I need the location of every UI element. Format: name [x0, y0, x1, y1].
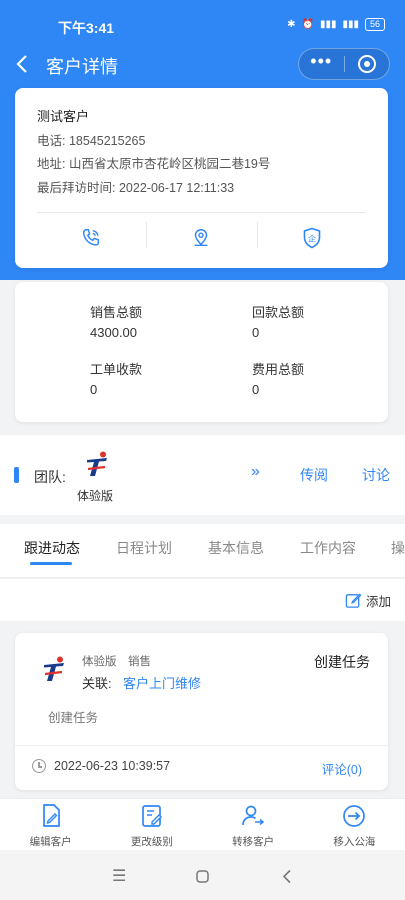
refund-total-value: 0: [252, 325, 260, 340]
add-label: 添加: [365, 595, 391, 609]
active-tab-indicator: [30, 562, 72, 565]
enterprise-shield-icon: 企: [303, 227, 321, 249]
bluetooth-icon: ✱: [287, 19, 296, 30]
change-level-button[interactable]: 更改级别: [101, 799, 202, 850]
team-label: 团队:: [34, 469, 66, 485]
move-to-pool-button[interactable]: 移入公海: [304, 799, 405, 850]
team-member-logo-icon[interactable]: [84, 451, 110, 479]
bottom-action-bar: 编辑客户 更改级别 转移客户 移入公海: [0, 798, 405, 850]
author-avatar-icon: [44, 656, 64, 681]
sales-total-value: 4300.00: [90, 325, 137, 340]
tab-bar: 跟进动态 日程计划 基本信息 工作内容 操: [0, 524, 405, 578]
back-nav-icon[interactable]: [282, 869, 292, 884]
add-button[interactable]: 添加: [345, 591, 391, 610]
customer-name: 测试客户: [37, 109, 90, 124]
activity-card[interactable]: 体验版 销售 关联: 客户上门维修 创建任务 创建任务 2022-06-23 1…: [15, 633, 388, 790]
last-visit-label: 最后拜访时间:: [37, 181, 116, 195]
author-name: 体验版: [82, 656, 117, 668]
move-in-icon: [343, 805, 366, 827]
location-button[interactable]: [181, 224, 221, 252]
tab-basic-info[interactable]: 基本信息: [208, 538, 264, 558]
svg-text:企: 企: [308, 234, 316, 244]
double-chevron-icon[interactable]: »: [251, 463, 260, 481]
phone-icon: [82, 229, 100, 246]
tab-operations[interactable]: 操: [391, 538, 405, 558]
change-level-label: 更改级别: [130, 836, 173, 848]
edit-icon: [345, 593, 362, 608]
call-button[interactable]: [71, 224, 111, 252]
transfer-customer-label: 转移客户: [232, 836, 275, 848]
edit-document-icon: [42, 804, 60, 827]
phone-line: 电话: 18545215265: [37, 130, 145, 149]
relation-label: 关联:: [82, 676, 112, 691]
activity-type: 创建任务: [314, 654, 370, 670]
tab-work-content[interactable]: 工作内容: [300, 538, 356, 558]
edit-customer-button[interactable]: 编辑客户: [0, 799, 101, 850]
tab-schedule[interactable]: 日程计划: [116, 538, 172, 558]
move-to-pool-label: 移入公海: [333, 836, 376, 848]
expense-total-label: 费用总额: [252, 362, 305, 377]
comment-link[interactable]: 评论(0): [322, 759, 362, 778]
team-section: 团队: 体验版 » 传阅 讨论: [0, 435, 405, 515]
activity-time: 2022-06-23 10:39:57: [54, 759, 171, 773]
address-label: 地址:: [37, 157, 66, 171]
last-visit-line: 最后拜访时间: 2022-06-17 12:11:33: [37, 177, 234, 196]
location-pin-icon: [194, 229, 208, 247]
phone-label: 电话:: [37, 134, 66, 148]
close-miniprogram-button[interactable]: [345, 49, 390, 79]
discuss-link[interactable]: 讨论: [362, 465, 390, 485]
address-value: 山西省太原市杏花岭区桃园二巷19号: [68, 157, 271, 171]
target-icon: [357, 55, 376, 73]
system-nav-bar: ☰: [0, 850, 405, 900]
edit-customer-label: 编辑客户: [29, 836, 72, 848]
tab-follow-up[interactable]: 跟进动态: [24, 538, 80, 558]
circulate-link[interactable]: 传阅: [300, 465, 328, 485]
clock-icon: [32, 759, 46, 773]
work-order-label: 工单收款: [90, 362, 143, 377]
alarm-icon: ⏰: [301, 19, 314, 30]
refund-total-label: 回款总额: [252, 305, 305, 320]
more-button[interactable]: •••: [299, 49, 344, 79]
battery-icon: 56: [364, 18, 385, 31]
author-dept: 销售: [128, 656, 151, 668]
nav-bar: 客户详情 •••: [0, 44, 405, 84]
sales-total-label: 销售总额: [90, 305, 143, 320]
address-line: 地址: 山西省太原市杏花岭区桃园二巷19号: [37, 153, 270, 172]
signal-icon: ▮▮▮: [319, 19, 337, 30]
phone-value[interactable]: 18545215265: [69, 134, 145, 148]
status-bar: 下午3:41 ✱ ⏰ ▮▮▮ ▮▮▮ 56: [0, 0, 405, 40]
work-order-value: 0: [90, 382, 98, 397]
transfer-user-icon: [242, 805, 265, 826]
team-member-name: 体验版: [77, 489, 114, 503]
signal-icon-2: ▮▮▮: [342, 19, 359, 30]
section-accent-bar: [14, 467, 19, 483]
transfer-customer-button[interactable]: 转移客户: [203, 799, 304, 850]
expense-total-value: 0: [252, 382, 260, 397]
relation-link[interactable]: 客户上门维修: [123, 673, 201, 692]
activity-content: 创建任务: [48, 711, 99, 725]
customer-info-card: 测试客户 电话: 18545215265 地址: 山西省太原市杏花岭区桃园二巷1…: [15, 88, 388, 268]
page-title: 客户详情: [46, 57, 118, 77]
miniprogram-capsule: •••: [298, 48, 390, 80]
change-level-icon: [142, 805, 162, 827]
add-bar: 添加: [0, 579, 405, 621]
stats-card: 销售总额 4300.00 回款总额 0 工单收款 0 费用总额 0: [15, 282, 388, 422]
status-time: 下午3:41: [58, 20, 115, 36]
last-visit-value: 2022-06-17 12:11:33: [118, 181, 235, 195]
menu-icon[interactable]: ☰: [112, 866, 126, 886]
more-dots-icon: •••: [310, 51, 333, 71]
enterprise-button[interactable]: 企: [292, 224, 332, 252]
home-icon[interactable]: [196, 870, 209, 883]
status-icons: ✱ ⏰ ▮▮▮ ▮▮▮ 56: [287, 18, 385, 31]
back-arrow-icon[interactable]: [14, 52, 30, 76]
